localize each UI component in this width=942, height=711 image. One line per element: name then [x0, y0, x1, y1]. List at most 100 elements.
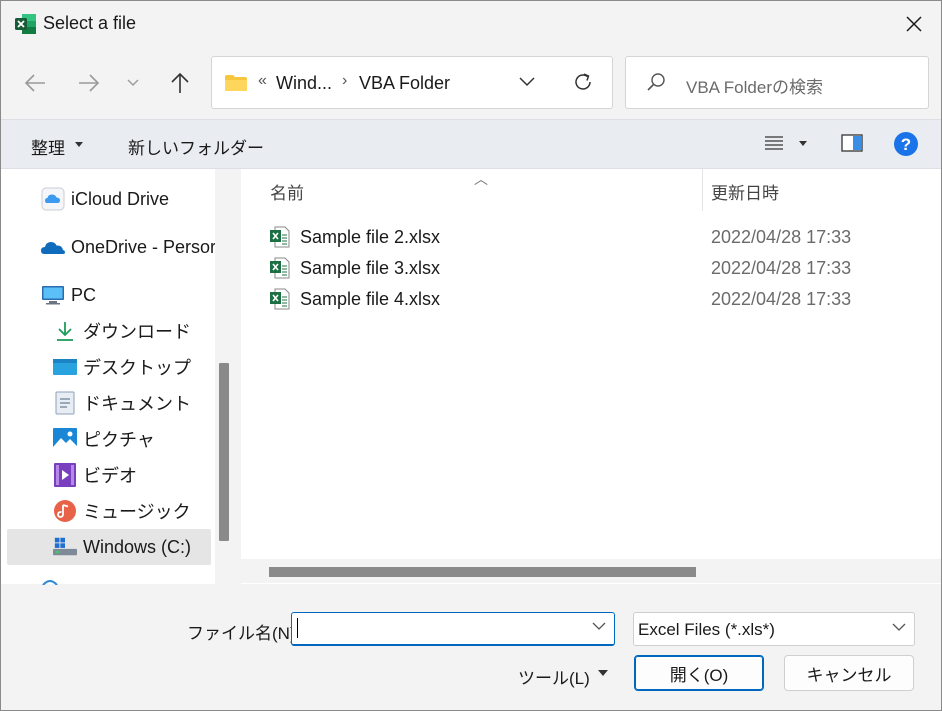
download-icon: [53, 319, 77, 343]
file-type-select[interactable]: Excel Files (*.xls*): [633, 612, 915, 646]
navigation-pane: iCloud Drive OneDrive - Persor PC ダウンロード: [1, 169, 233, 585]
file-row[interactable]: Sample file 3.xlsx 2022/04/28 17:33: [241, 253, 941, 283]
open-button-label: 開く(O): [669, 665, 729, 685]
overflow-chevron[interactable]: «: [258, 72, 267, 90]
nav-item-label: ドキュメント: [83, 394, 191, 414]
arrow-left-icon: [24, 74, 45, 92]
address-dropdown-icon[interactable]: [518, 72, 536, 90]
file-date: 2022/04/28 17:33: [711, 289, 852, 309]
filename-label: ファイル名(N):: [187, 624, 301, 643]
nav-scrollbar[interactable]: [215, 169, 233, 584]
sort-up-icon: ︿: [474, 171, 488, 187]
nav-item-downloads[interactable]: ダウンロード: [53, 314, 191, 348]
file-name: Sample file 2.xlsx: [300, 227, 441, 247]
file-list-scrollbar-thumb[interactable]: [269, 567, 696, 577]
folder-icon: [225, 75, 247, 91]
back-button[interactable]: [19, 67, 51, 99]
file-name: Sample file 3.xlsx: [300, 258, 441, 278]
nav-scrollbar-thumb[interactable]: [219, 363, 229, 541]
open-button[interactable]: 開く(O): [634, 655, 764, 691]
excel-file-icon: [270, 288, 290, 310]
icloud-icon: [41, 187, 65, 211]
excel-file-icon: [270, 226, 290, 248]
preview-pane-icon[interactable]: [841, 134, 863, 152]
file-list-scrollbar[interactable]: [241, 559, 941, 583]
documents-icon: [53, 391, 77, 415]
recent-locations-button[interactable]: [117, 67, 149, 99]
organize-caret-icon[interactable]: [75, 142, 83, 147]
cancel-button[interactable]: キャンセル: [784, 655, 914, 691]
view-options-caret-icon[interactable]: [799, 141, 807, 146]
file-type-value: Excel Files (*.xls*): [638, 620, 775, 639]
organize-button[interactable]: 整理: [31, 134, 65, 159]
chevron-down-icon: [127, 79, 139, 86]
search-box[interactable]: VBA Folderの検索: [625, 56, 929, 109]
file-list: ︿ 名前 更新日時 Sample file 2.xlsx 2022/04/28 …: [241, 169, 941, 584]
nav-item-desktop[interactable]: デスクトップ: [53, 350, 191, 384]
file-row[interactable]: Sample file 4.xlsx 2022/04/28 17:33: [241, 284, 941, 314]
nav-item-pc[interactable]: PC: [41, 278, 96, 312]
nav-item-label: ミュージック: [83, 502, 191, 522]
file-row[interactable]: Sample file 2.xlsx 2022/04/28 17:33: [241, 222, 941, 252]
nav-item-label: ピクチャ: [83, 430, 155, 450]
nav-item-videos[interactable]: ビデオ: [53, 458, 137, 492]
view-list-icon[interactable]: [765, 135, 783, 151]
nav-item-onedrive[interactable]: OneDrive - Persor: [41, 230, 216, 264]
breadcrumb-separator: ›: [342, 72, 348, 89]
nav-item-label: ダウンロード: [83, 322, 191, 342]
pictures-icon: [53, 427, 77, 451]
network-icon[interactable]: [41, 579, 59, 585]
excel-icon: [15, 14, 36, 34]
nav-item-documents[interactable]: ドキュメント: [53, 386, 191, 420]
videos-icon: [53, 463, 77, 487]
nav-item-music[interactable]: ミュージック: [53, 494, 191, 528]
forward-button[interactable]: [73, 67, 105, 99]
text-cursor: [297, 618, 298, 638]
excel-file-icon: [270, 257, 290, 279]
column-header-date[interactable]: 更新日時: [711, 179, 779, 204]
window-title: Select a file: [43, 13, 137, 33]
command-bar: 整理 新しいフォルダー ?: [1, 119, 941, 169]
nav-item-label: OneDrive - Persor: [71, 236, 217, 257]
nav-item-label: iCloud Drive: [71, 188, 170, 209]
cancel-button-label: キャンセル: [806, 665, 892, 685]
arrow-right-icon: [79, 74, 100, 92]
nav-item-pictures[interactable]: ピクチャ: [53, 422, 155, 456]
nav-item-label: ビデオ: [83, 466, 137, 486]
chevron-down-icon: [892, 623, 906, 631]
file-dialog: Select a file « Wind... › VBA Folder VBA…: [0, 0, 942, 711]
nav-item-windows-c[interactable]: Windows (C:): [53, 530, 191, 564]
filename-input[interactable]: [291, 612, 615, 646]
nav-item-label: デスクトップ: [83, 358, 191, 378]
file-name: Sample file 4.xlsx: [300, 289, 441, 309]
file-date: 2022/04/28 17:33: [711, 227, 852, 247]
chevron-down-icon[interactable]: [592, 621, 606, 631]
close-button[interactable]: [899, 9, 929, 39]
search-icon: [647, 73, 665, 91]
column-header-name[interactable]: 名前: [270, 179, 304, 204]
onedrive-icon: [41, 235, 65, 259]
pc-icon: [41, 283, 65, 307]
nav-item-icloud-drive[interactable]: iCloud Drive: [41, 182, 169, 216]
refresh-icon[interactable]: [572, 71, 594, 93]
nav-item-label: PC: [71, 284, 97, 305]
svg-text:?: ?: [901, 135, 911, 154]
address-bar[interactable]: « Wind... › VBA Folder: [211, 56, 613, 109]
help-icon[interactable]: ?: [893, 131, 919, 157]
title-bar: Select a file: [1, 1, 941, 47]
new-folder-button[interactable]: 新しいフォルダー: [128, 134, 264, 159]
tools-caret-icon[interactable]: [598, 670, 608, 676]
up-button[interactable]: [164, 67, 196, 99]
breadcrumb-windows[interactable]: Wind...: [276, 73, 332, 94]
tools-button[interactable]: ツール(L): [518, 664, 590, 689]
music-icon: [53, 499, 77, 523]
search-placeholder: VBA Folderの検索: [686, 78, 823, 97]
close-icon: [906, 16, 922, 32]
nav-item-label: Windows (C:): [83, 536, 192, 557]
file-date: 2022/04/28 17:33: [711, 258, 852, 278]
arrow-up-icon: [171, 72, 189, 93]
drive-icon: [53, 535, 77, 559]
desktop-icon: [53, 355, 77, 379]
column-divider[interactable]: [702, 169, 703, 211]
breadcrumb-vba-folder[interactable]: VBA Folder: [359, 73, 450, 94]
